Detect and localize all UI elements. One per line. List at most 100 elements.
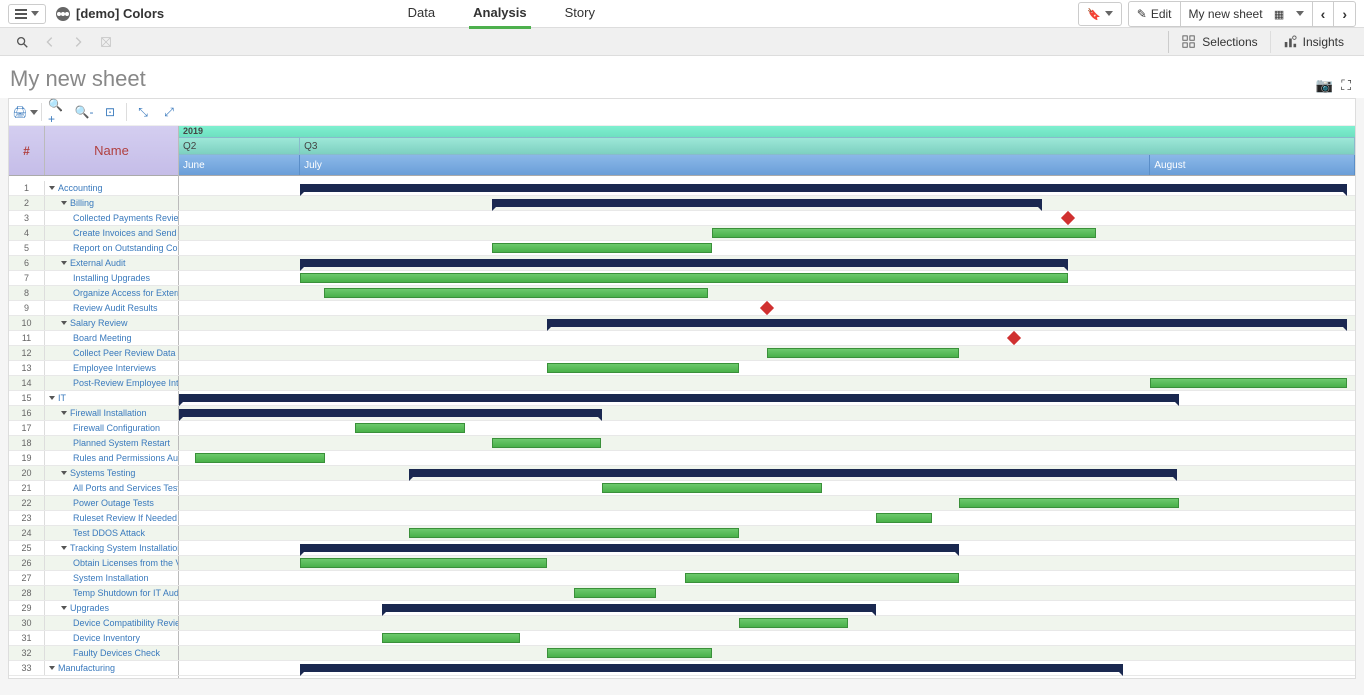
- task-bar[interactable]: [492, 438, 601, 448]
- row-timeline[interactable]: [179, 346, 1355, 360]
- row-timeline[interactable]: [179, 631, 1355, 645]
- row-name[interactable]: Device Compatibility Review: [45, 616, 178, 630]
- row-name[interactable]: Create Invoices and Send Invoices: [45, 226, 178, 240]
- row-name[interactable]: Collected Payments Review: [45, 211, 178, 225]
- row-name[interactable]: All Ports and Services Testing: [45, 481, 178, 495]
- gantt-row[interactable]: 5Report on Outstanding Collections: [9, 241, 1355, 256]
- clear-selections-button[interactable]: [92, 32, 120, 52]
- column-header-name[interactable]: Name: [45, 126, 178, 175]
- gantt-row[interactable]: 2Billing: [9, 196, 1355, 211]
- gantt-row[interactable]: 21All Ports and Services Testing: [9, 481, 1355, 496]
- task-bar[interactable]: [547, 363, 739, 373]
- task-bar[interactable]: [409, 528, 738, 538]
- gantt-row[interactable]: 33Manufacturing: [9, 661, 1355, 676]
- gantt-row[interactable]: 17Firewall Configuration: [9, 421, 1355, 436]
- collapse-icon[interactable]: [61, 201, 67, 205]
- insights-button[interactable]: Insights: [1270, 31, 1356, 53]
- row-name[interactable]: Billing: [45, 196, 178, 210]
- step-forward-button[interactable]: [64, 32, 92, 52]
- gantt-row[interactable]: 30Device Compatibility Review: [9, 616, 1355, 631]
- selections-button[interactable]: Selections: [1169, 31, 1269, 53]
- row-timeline[interactable]: [179, 556, 1355, 570]
- task-bar[interactable]: [547, 648, 712, 658]
- row-timeline[interactable]: [179, 436, 1355, 450]
- collapse-icon[interactable]: [61, 261, 67, 265]
- row-timeline[interactable]: [179, 586, 1355, 600]
- gantt-row[interactable]: 26Obtain Licenses from the Vendor: [9, 556, 1355, 571]
- summary-bar[interactable]: [300, 184, 1347, 192]
- row-name[interactable]: Test DDOS Attack: [45, 526, 178, 540]
- gantt-row[interactable]: 25Tracking System Installation: [9, 541, 1355, 556]
- summary-bar[interactable]: [409, 469, 1177, 477]
- task-bar[interactable]: [382, 633, 520, 643]
- row-timeline[interactable]: [179, 406, 1355, 420]
- fullscreen-button[interactable]: ⛶: [1341, 77, 1351, 94]
- gantt-row[interactable]: 28Temp Shutdown for IT Audit: [9, 586, 1355, 601]
- row-timeline[interactable]: [179, 301, 1355, 315]
- row-timeline[interactable]: [179, 271, 1355, 285]
- milestone[interactable]: [1007, 331, 1021, 345]
- row-timeline[interactable]: [179, 331, 1355, 345]
- task-bar[interactable]: [324, 288, 709, 298]
- row-name[interactable]: Ruleset Review If Needed: [45, 511, 178, 525]
- gantt-row[interactable]: 13Employee Interviews: [9, 361, 1355, 376]
- summary-bar[interactable]: [179, 409, 602, 417]
- row-timeline[interactable]: [179, 496, 1355, 510]
- gantt-row[interactable]: 24Test DDOS Attack: [9, 526, 1355, 541]
- gantt-row[interactable]: 6External Audit: [9, 256, 1355, 271]
- row-name[interactable]: Temp Shutdown for IT Audit: [45, 586, 178, 600]
- collapse-icon[interactable]: [61, 471, 67, 475]
- row-timeline[interactable]: [179, 211, 1355, 225]
- edit-button[interactable]: Edit: [1129, 2, 1181, 26]
- main-menu-button[interactable]: [8, 4, 46, 24]
- row-name[interactable]: Manufacturing: [45, 661, 178, 675]
- gantt-row[interactable]: 12Collect Peer Review Data: [9, 346, 1355, 361]
- row-timeline[interactable]: [179, 226, 1355, 240]
- gantt-row[interactable]: 1Accounting: [9, 181, 1355, 196]
- gantt-row[interactable]: 9Review Audit Results: [9, 301, 1355, 316]
- task-bar[interactable]: [959, 498, 1179, 508]
- gantt-row[interactable]: 8Organize Access for External Team: [9, 286, 1355, 301]
- row-name[interactable]: Obtain Licenses from the Vendor: [45, 556, 178, 570]
- gantt-row[interactable]: 19Rules and Permissions Audit: [9, 451, 1355, 466]
- gantt-row[interactable]: 7Installing Upgrades: [9, 271, 1355, 286]
- task-bar[interactable]: [1150, 378, 1346, 388]
- task-bar[interactable]: [300, 273, 1068, 283]
- row-timeline[interactable]: [179, 511, 1355, 525]
- row-name[interactable]: Power Outage Tests: [45, 496, 178, 510]
- gantt-row[interactable]: 16Firewall Installation: [9, 406, 1355, 421]
- row-timeline[interactable]: [179, 541, 1355, 555]
- expand-all-button[interactable]: ⤡: [133, 103, 153, 121]
- row-name[interactable]: Salary Review: [45, 316, 178, 330]
- row-name[interactable]: Employee Interviews: [45, 361, 178, 375]
- row-name[interactable]: Firewall Installation: [45, 406, 178, 420]
- row-name[interactable]: Board Meeting: [45, 331, 178, 345]
- gantt-row[interactable]: 14Post-Review Employee Interviews: [9, 376, 1355, 391]
- row-name[interactable]: Faulty Devices Check: [45, 646, 178, 660]
- gantt-row[interactable]: 32Faulty Devices Check: [9, 646, 1355, 661]
- gantt-row[interactable]: 4Create Invoices and Send Invoices: [9, 226, 1355, 241]
- row-name[interactable]: Firewall Configuration: [45, 421, 178, 435]
- gantt-row[interactable]: 10Salary Review: [9, 316, 1355, 331]
- summary-bar[interactable]: [300, 664, 1123, 672]
- row-timeline[interactable]: [179, 601, 1355, 615]
- row-timeline[interactable]: [179, 571, 1355, 585]
- row-name[interactable]: Tracking System Installation: [45, 541, 178, 555]
- row-name[interactable]: IT: [45, 391, 178, 405]
- print-button[interactable]: 🖨: [15, 103, 35, 121]
- collapse-all-button[interactable]: ⤢: [159, 103, 179, 121]
- row-name[interactable]: Device Inventory: [45, 631, 178, 645]
- zoom-fit-button[interactable]: ⊡: [100, 103, 120, 121]
- row-name[interactable]: Planned System Restart: [45, 436, 178, 450]
- sheet-selector-button[interactable]: My new sheet: [1181, 2, 1313, 26]
- gantt-row[interactable]: 11Board Meeting: [9, 331, 1355, 346]
- row-timeline[interactable]: [179, 196, 1355, 210]
- row-timeline[interactable]: [179, 361, 1355, 375]
- task-bar[interactable]: [739, 618, 848, 628]
- row-timeline[interactable]: [179, 616, 1355, 630]
- row-timeline[interactable]: [179, 421, 1355, 435]
- row-name[interactable]: Organize Access for External Team: [45, 286, 178, 300]
- row-timeline[interactable]: [179, 646, 1355, 660]
- row-timeline[interactable]: [179, 661, 1355, 675]
- tab-analysis[interactable]: Analysis: [469, 0, 530, 29]
